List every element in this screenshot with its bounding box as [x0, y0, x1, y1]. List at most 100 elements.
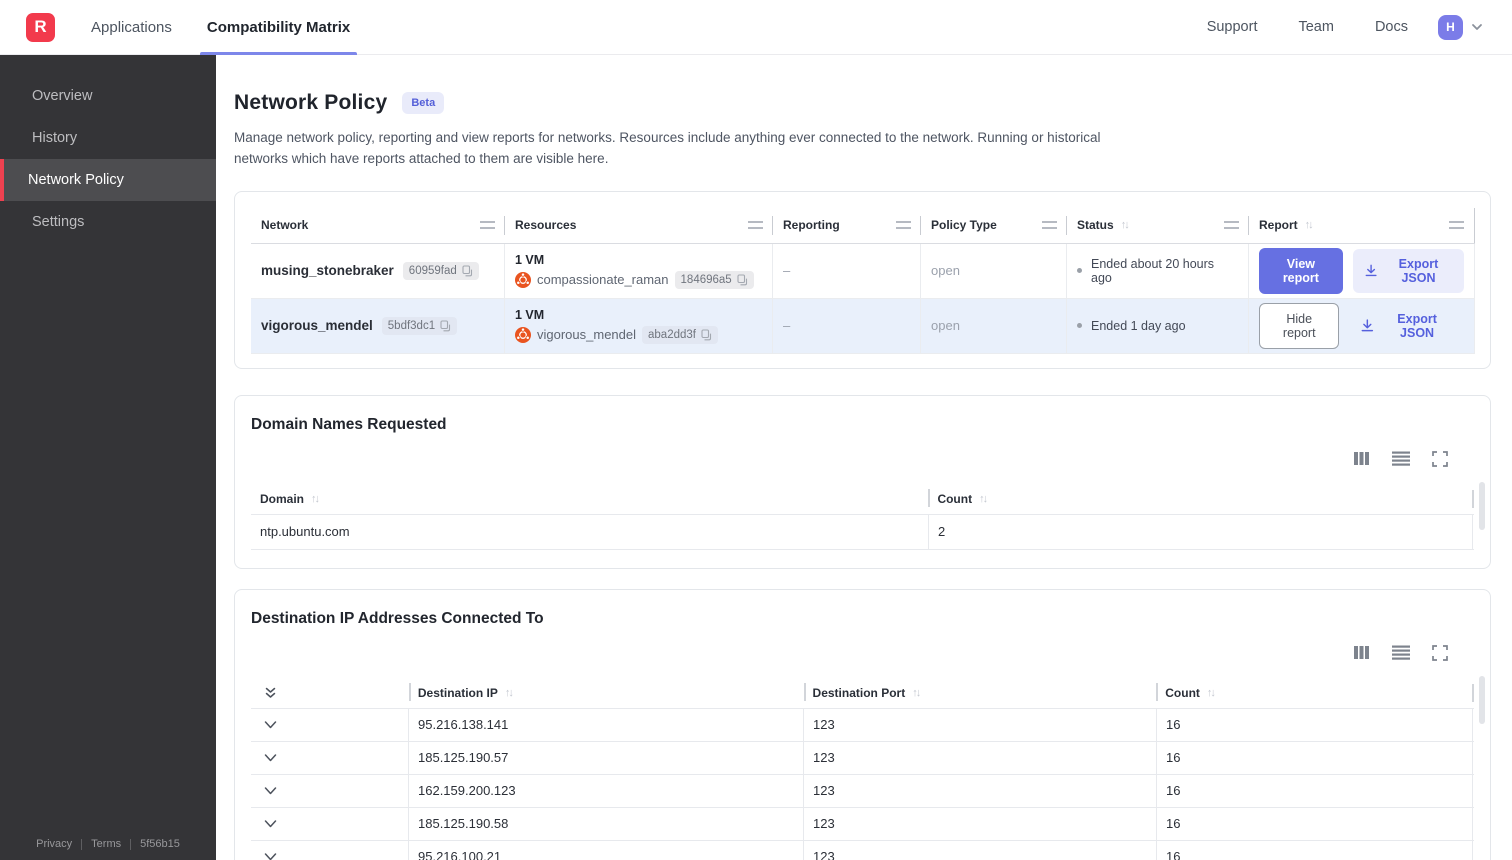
export-json-button[interactable]: Export JSON — [1349, 304, 1464, 348]
column-header-reporting[interactable]: Reporting — [773, 208, 921, 243]
export-json-label: Export JSON — [1398, 256, 1439, 285]
destination-port-cell: 123 — [804, 708, 1157, 741]
nav-link-team[interactable]: Team — [1298, 19, 1333, 35]
vm-id-badge: 184696a5 — [674, 270, 754, 289]
expand-row-cell[interactable] — [251, 708, 409, 741]
privacy-link[interactable]: Privacy — [36, 838, 72, 850]
terms-link[interactable]: Terms — [91, 838, 121, 850]
tab-applications[interactable]: Applications — [91, 0, 172, 55]
column-menu-icon[interactable] — [480, 221, 495, 230]
fullscreen-icon[interactable] — [1432, 644, 1448, 661]
export-json-button[interactable]: Export JSON — [1352, 248, 1464, 293]
chevron-down-icon[interactable] — [264, 721, 277, 729]
user-avatar[interactable]: H — [1438, 14, 1463, 40]
column-menu-icon[interactable] — [1042, 221, 1057, 230]
column-label: Destination Port — [812, 685, 906, 700]
sidebar-item-overview[interactable]: Overview — [0, 75, 216, 117]
sort-icon[interactable] — [1305, 219, 1312, 231]
chevron-down-icon[interactable] — [1470, 20, 1484, 34]
copy-icon[interactable] — [440, 320, 451, 332]
chevron-down-icon[interactable] — [264, 820, 277, 828]
column-menu-icon[interactable] — [1224, 221, 1239, 230]
sort-icon[interactable] — [979, 493, 986, 505]
columns-icon[interactable] — [1353, 450, 1370, 467]
column-label: Domain — [260, 491, 305, 506]
view-report-button[interactable]: View report — [1259, 247, 1343, 294]
column-label: Resources — [515, 218, 577, 233]
domain-names-card: Domain Names Requested Domain ↑↓ Count ↑… — [234, 394, 1491, 569]
download-icon — [1365, 264, 1377, 277]
column-header-network[interactable]: Network — [251, 208, 505, 243]
destination-table: Destination IP Destination Port Count — [251, 678, 1474, 860]
sort-icon[interactable] — [912, 687, 919, 699]
copy-icon[interactable] — [737, 274, 748, 286]
column-header-status[interactable]: Status — [1067, 208, 1249, 243]
status-dot-icon — [1077, 268, 1082, 274]
table-toolbar — [251, 644, 1474, 662]
sort-icon[interactable] — [311, 493, 318, 505]
column-menu-icon[interactable] — [748, 221, 763, 230]
chevron-down-icon[interactable] — [264, 754, 277, 762]
column-header-destination-port[interactable]: Destination Port — [803, 678, 1157, 708]
status-text: Ended about 20 hours ago — [1091, 256, 1215, 285]
table-row: musing_stonebraker 60959fad 1 VM compass… — [251, 243, 1475, 299]
chevron-down-icon[interactable] — [264, 787, 277, 795]
column-resize-handle[interactable] — [1472, 683, 1474, 702]
rows-icon[interactable] — [1392, 450, 1410, 467]
top-navbar: R Applications Compatibility Matrix Supp… — [0, 0, 1512, 55]
expand-row-cell[interactable] — [251, 774, 409, 807]
domain-table-header: Domain Count — [251, 484, 1474, 514]
sidebar-item-history[interactable]: History — [0, 117, 216, 159]
expand-row-cell[interactable] — [251, 840, 409, 860]
column-header-count[interactable]: Count — [1156, 678, 1472, 708]
vm-name: vigorous_mendel — [537, 327, 637, 343]
column-label: Count — [1165, 685, 1200, 700]
hide-report-button[interactable]: Hide report — [1259, 302, 1340, 349]
section-title: Domain Names Requested — [251, 415, 447, 433]
sidebar-item-network-policy[interactable]: Network Policy — [0, 159, 216, 201]
expand-row-cell[interactable] — [251, 807, 409, 840]
rows-icon[interactable] — [1392, 644, 1410, 661]
column-header-resources[interactable]: Resources — [505, 208, 773, 243]
sort-icon[interactable] — [1207, 687, 1214, 699]
table-row: 162.159.200.123 123 16 — [251, 773, 1474, 807]
columns-icon[interactable] — [1353, 644, 1370, 661]
tab-compatibility-matrix[interactable]: Compatibility Matrix — [199, 0, 358, 55]
column-header-destination-ip[interactable]: Destination IP — [408, 678, 804, 708]
nav-link-support[interactable]: Support — [1207, 19, 1258, 35]
count-cell: 16 — [1157, 708, 1473, 741]
primary-tabs: Applications Compatibility Matrix — [91, 0, 385, 55]
copy-icon[interactable] — [462, 265, 473, 277]
count-cell: 16 — [1157, 774, 1473, 807]
sort-icon[interactable] — [505, 687, 512, 699]
sort-icon[interactable] — [1121, 219, 1128, 231]
app-logo[interactable]: R — [26, 12, 55, 42]
column-resize-handle[interactable] — [1472, 489, 1474, 508]
policy-type-value: open — [931, 318, 960, 334]
column-header-report[interactable]: Report — [1249, 207, 1475, 243]
export-json-label: Export JSON — [1397, 311, 1437, 340]
page-description: Manage network policy, reporting and vie… — [234, 130, 1101, 166]
nav-link-docs[interactable]: Docs — [1375, 19, 1408, 35]
page-header: Network Policy Beta — [234, 91, 1491, 115]
sidebar: Overview History Network Policy Settings… — [0, 55, 216, 860]
copy-icon[interactable] — [701, 329, 712, 341]
scrollbar-thumb[interactable] — [1479, 675, 1485, 724]
expand-row-cell[interactable] — [251, 741, 409, 774]
column-header-domain[interactable]: Domain — [251, 484, 928, 514]
column-header-count[interactable]: Count — [928, 484, 1472, 514]
sidebar-item-settings[interactable]: Settings — [0, 201, 216, 243]
download-icon — [1362, 319, 1374, 332]
column-menu-icon[interactable] — [1449, 221, 1464, 230]
column-header-policy-type[interactable]: Policy Type — [921, 208, 1067, 243]
column-menu-icon[interactable] — [896, 221, 911, 230]
app-logo-letter: R — [34, 17, 47, 36]
chevron-down-icon[interactable] — [264, 853, 277, 860]
column-label: Network — [261, 218, 309, 233]
destination-port-cell: 123 — [804, 840, 1157, 860]
fullscreen-icon[interactable] — [1432, 450, 1448, 467]
double-chevron-down-icon[interactable] — [264, 686, 277, 700]
network-table: Network Resources Reporting Policy Type … — [251, 207, 1475, 354]
scrollbar-thumb[interactable] — [1479, 481, 1485, 530]
expand-all-header[interactable] — [251, 678, 409, 708]
